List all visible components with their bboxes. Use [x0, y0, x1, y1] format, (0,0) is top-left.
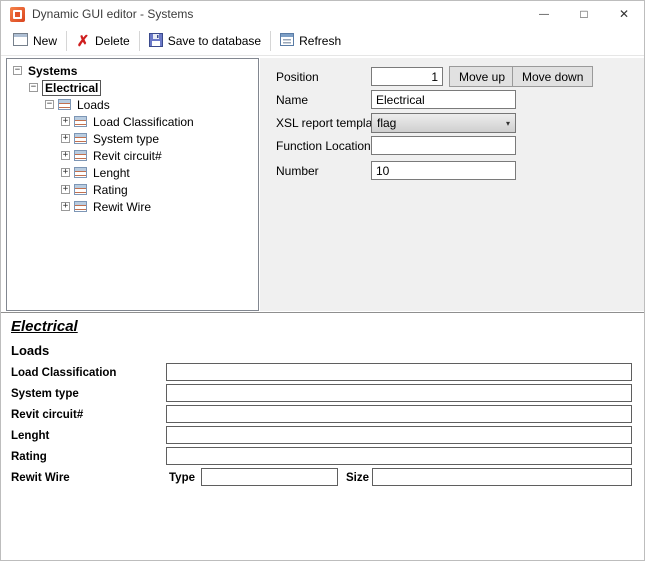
collapse-toggle-icon[interactable]: [45, 100, 54, 109]
move-down-button[interactable]: Move down: [512, 66, 593, 87]
wire-type-input[interactable]: [201, 468, 338, 486]
tree-node-label[interactable]: Load Classification: [91, 115, 196, 129]
wire-size-label: Size: [346, 472, 369, 484]
expand-toggle-icon[interactable]: [61, 185, 70, 194]
preview-field-label: Load Classification: [11, 367, 116, 379]
toolbar-separator: [66, 31, 67, 51]
maximize-button[interactable]: [564, 1, 604, 27]
delete-button[interactable]: Delete: [69, 31, 137, 51]
toolbar: New Delete Save to database Refresh: [1, 27, 645, 56]
save-to-database-button[interactable]: Save to database: [142, 30, 268, 53]
close-button[interactable]: [604, 1, 644, 27]
preview-field-label: Lenght: [11, 430, 49, 442]
expand-toggle-icon[interactable]: [61, 168, 70, 177]
tree-node-loads[interactable]: Loads: [7, 96, 258, 113]
minimize-button[interactable]: [524, 1, 564, 27]
refresh-icon: [280, 33, 294, 49]
table-icon: [74, 133, 87, 144]
tree-node-revit-circuit[interactable]: Revit circuit#: [7, 147, 258, 164]
preview-field-label: Revit circuit#: [11, 409, 83, 421]
new-button-label: New: [33, 34, 57, 48]
preview-field-label: Rewit Wire: [11, 472, 70, 484]
toolbar-separator: [139, 31, 140, 51]
function-location-label: Function Location: [276, 139, 371, 153]
xsl-template-selected-value: flag: [377, 116, 396, 130]
tree-node-label[interactable]: Lenght: [91, 166, 132, 180]
refresh-button[interactable]: Refresh: [273, 30, 348, 52]
revit-circuit-input[interactable]: [166, 405, 632, 423]
collapse-toggle-icon[interactable]: [13, 66, 22, 75]
properties-panel: Position Move up Move down Name XSL repo…: [260, 58, 645, 311]
rating-input[interactable]: [166, 447, 632, 465]
position-input[interactable]: [371, 67, 443, 86]
toolbar-separator: [270, 31, 271, 51]
expand-toggle-icon[interactable]: [61, 151, 70, 160]
app-window: Dynamic GUI editor - Systems New Delete …: [0, 0, 645, 561]
form-preview-panel: Electrical Loads Load Classification Sys…: [1, 312, 645, 561]
tree-node-rating[interactable]: Rating: [7, 181, 258, 198]
table-icon: [74, 184, 87, 195]
tree-node-label[interactable]: Revit circuit#: [91, 149, 164, 163]
new-icon: [13, 33, 28, 49]
xsl-template-select[interactable]: flag: [371, 113, 516, 133]
systems-tree-panel: Systems Electrical Loads Load Classifica…: [6, 58, 259, 311]
tree-node-label-selected[interactable]: Electrical: [42, 80, 101, 96]
system-type-input[interactable]: [166, 384, 632, 402]
save-icon: [149, 33, 163, 50]
preview-field-label: Rating: [11, 451, 47, 463]
tree-node-label[interactable]: System type: [91, 132, 161, 146]
new-button[interactable]: New: [6, 30, 64, 52]
table-icon: [74, 150, 87, 161]
table-icon: [74, 201, 87, 212]
window-controls: [524, 1, 644, 27]
save-button-label: Save to database: [168, 34, 261, 48]
tree-node-label[interactable]: Rating: [91, 183, 130, 197]
expand-toggle-icon[interactable]: [61, 202, 70, 211]
wire-type-label: Type: [169, 472, 195, 484]
table-icon: [74, 116, 87, 127]
delete-icon: [76, 35, 90, 48]
tree-node-system-type[interactable]: System type: [7, 130, 258, 147]
app-icon: [10, 7, 25, 22]
preview-group-label: Loads: [11, 343, 49, 358]
delete-button-label: Delete: [95, 34, 130, 48]
table-icon: [74, 167, 87, 178]
preview-field-label: System type: [11, 388, 79, 400]
tree-node-lenght[interactable]: Lenght: [7, 164, 258, 181]
name-label: Name: [276, 93, 308, 107]
position-label: Position: [276, 70, 319, 84]
preview-title: Electrical: [11, 318, 78, 335]
lenght-input[interactable]: [166, 426, 632, 444]
tree-node-electrical[interactable]: Electrical: [7, 79, 258, 96]
table-icon: [58, 99, 71, 110]
window-title: Dynamic GUI editor - Systems: [32, 7, 193, 21]
function-location-input[interactable]: [371, 136, 516, 155]
tree-node-label[interactable]: Systems: [26, 64, 79, 78]
chevron-down-icon: [506, 119, 510, 128]
expand-toggle-icon[interactable]: [61, 134, 70, 143]
move-up-button[interactable]: Move up: [449, 66, 515, 87]
tree-node-label[interactable]: Loads: [75, 98, 112, 112]
expand-toggle-icon[interactable]: [61, 117, 70, 126]
number-label: Number: [276, 164, 319, 178]
collapse-toggle-icon[interactable]: [29, 83, 38, 92]
number-input[interactable]: [371, 161, 516, 180]
name-input[interactable]: [371, 90, 516, 109]
tree-node-load-classification[interactable]: Load Classification: [7, 113, 258, 130]
tree-node-rewit-wire[interactable]: Rewit Wire: [7, 198, 258, 215]
xsl-template-label: XSL report template: [276, 116, 382, 130]
refresh-button-label: Refresh: [299, 34, 341, 48]
title-bar: Dynamic GUI editor - Systems: [1, 1, 645, 27]
load-classification-input[interactable]: [166, 363, 632, 381]
wire-size-input[interactable]: [372, 468, 632, 486]
tree-node-label[interactable]: Rewit Wire: [91, 200, 153, 214]
tree-node-systems[interactable]: Systems: [7, 62, 258, 79]
